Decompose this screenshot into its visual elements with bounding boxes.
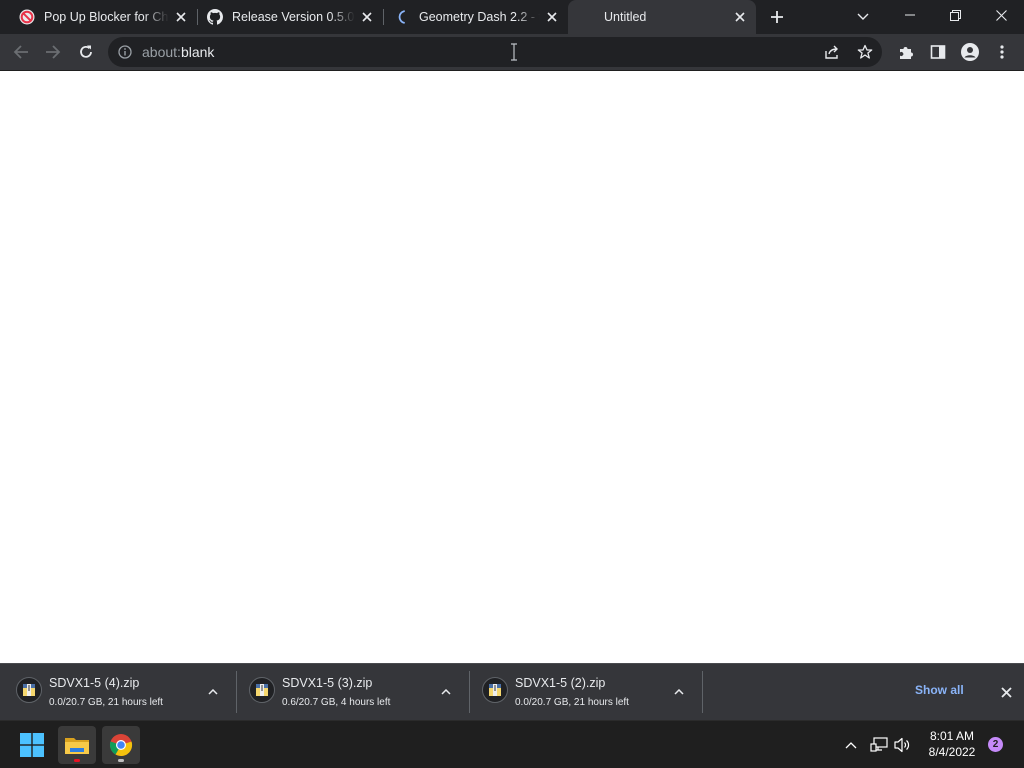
clock-time: 8:01 AM — [929, 729, 975, 743]
restore-icon — [949, 9, 961, 21]
chevron-up-icon[interactable] — [203, 682, 223, 702]
chrome-icon — [109, 733, 133, 757]
notification-badge[interactable]: 2 — [988, 737, 1003, 752]
new-tab-button[interactable] — [766, 6, 788, 28]
close-icon — [995, 9, 1007, 21]
arrow-left-icon — [13, 44, 29, 60]
tab-strip: Pop Up Blocker for Chrome™ - Poper Block… — [0, 0, 1024, 34]
download-item[interactable]: SDVX1-5 (3).zip 0.6/20.7 GB, 4 hours lef… — [233, 664, 466, 720]
running-indicator — [74, 759, 80, 762]
tab-github-release[interactable]: Release Version 0.5.0 · GitHub — [197, 0, 383, 34]
tab-title: Pop Up Blocker for Chrome™ - Poper Block… — [44, 10, 169, 24]
chevron-down-icon — [857, 13, 869, 21]
minimize-icon — [905, 14, 915, 16]
menu-button[interactable] — [988, 38, 1016, 66]
address-bar[interactable]: about:blank — [108, 37, 882, 67]
popup-blocker-icon — [19, 9, 35, 25]
share-icon[interactable] — [824, 44, 840, 60]
file-explorer-button[interactable] — [58, 726, 96, 764]
close-tab-icon[interactable] — [544, 9, 560, 25]
download-status: 0.6/20.7 GB, 4 hours left — [282, 697, 391, 708]
tab-title: Geometry Dash 2.2 - the — [419, 10, 540, 24]
toolbar: about:blank — [0, 34, 1024, 71]
zip-archive-icon — [16, 677, 42, 703]
restore-button[interactable] — [935, 0, 975, 30]
person-icon — [961, 43, 979, 61]
chevron-up-icon[interactable] — [436, 682, 456, 702]
windows-start-icon — [20, 733, 44, 757]
taskbar: 8:01 AM 8/4/2022 2 — [0, 720, 1024, 768]
reload-button[interactable] — [72, 38, 100, 66]
start-button[interactable] — [13, 726, 51, 764]
url-text[interactable]: about:blank — [142, 44, 214, 60]
download-separator — [702, 671, 703, 713]
arrow-right-icon — [45, 44, 61, 60]
chrome-button[interactable] — [102, 726, 140, 764]
show-all-link[interactable]: Show all — [915, 683, 964, 697]
zip-archive-icon — [249, 677, 275, 703]
tab-search-button[interactable] — [852, 6, 874, 28]
kebab-menu-icon — [1000, 45, 1004, 59]
download-filename: SDVX1-5 (4).zip — [49, 676, 140, 690]
clock-date: 8/4/2022 — [928, 745, 976, 759]
volume-icon[interactable] — [893, 735, 913, 755]
tab-title: Untitled — [604, 10, 647, 24]
running-indicator — [118, 759, 124, 762]
page-content[interactable] — [0, 71, 1024, 663]
download-status: 0.0/20.7 GB, 21 hours left — [515, 697, 629, 708]
plus-icon — [770, 10, 784, 24]
forward-button[interactable] — [39, 38, 67, 66]
tab-popup-blocker[interactable]: Pop Up Blocker for Chrome™ - Poper Block… — [0, 0, 197, 34]
zip-archive-icon — [482, 677, 508, 703]
loading-spinner-icon — [394, 9, 410, 25]
close-tab-icon[interactable] — [173, 9, 189, 25]
download-filename: SDVX1-5 (3).zip — [282, 676, 373, 690]
url-path: blank — [180, 44, 215, 60]
chevron-up-icon[interactable] — [841, 735, 861, 755]
minimize-button[interactable] — [890, 0, 930, 30]
tab-title: Release Version 0.5.0 · GitHub — [232, 10, 355, 24]
file-explorer-icon — [64, 734, 90, 756]
download-status: 0.0/20.7 GB, 21 hours left — [49, 697, 163, 708]
url-scheme: about: — [142, 44, 181, 60]
side-panel-icon — [930, 44, 946, 60]
close-shelf-icon[interactable] — [996, 682, 1016, 702]
downloads-shelf: SDVX1-5 (4).zip 0.0/20.7 GB, 21 hours le… — [0, 663, 1024, 720]
close-window-button[interactable] — [981, 0, 1021, 30]
download-filename: SDVX1-5 (2).zip — [515, 676, 606, 690]
tab-geometry-dash[interactable]: Geometry Dash 2.2 - the — [384, 0, 568, 34]
close-tab-icon[interactable] — [359, 9, 375, 25]
info-icon[interactable] — [118, 45, 132, 59]
download-item[interactable]: SDVX1-5 (2).zip 0.0/20.7 GB, 21 hours le… — [466, 664, 699, 720]
profile-button[interactable] — [956, 38, 984, 66]
github-icon — [207, 9, 223, 25]
reload-icon — [78, 44, 94, 60]
puzzle-piece-icon — [898, 44, 914, 60]
side-panel-button[interactable] — [924, 38, 952, 66]
bookmark-star-icon[interactable] — [857, 44, 873, 60]
download-item[interactable]: SDVX1-5 (4).zip 0.0/20.7 GB, 21 hours le… — [0, 664, 233, 720]
network-icon[interactable] — [869, 735, 889, 755]
close-tab-icon[interactable] — [732, 9, 748, 25]
chevron-up-icon[interactable] — [669, 682, 689, 702]
tab-untitled[interactable]: Untitled — [568, 0, 756, 34]
taskbar-clock[interactable]: 8:01 AM 8/4/2022 — [918, 728, 986, 760]
text-cursor-icon — [510, 43, 518, 61]
back-button[interactable] — [7, 38, 35, 66]
extensions-button[interactable] — [892, 38, 920, 66]
